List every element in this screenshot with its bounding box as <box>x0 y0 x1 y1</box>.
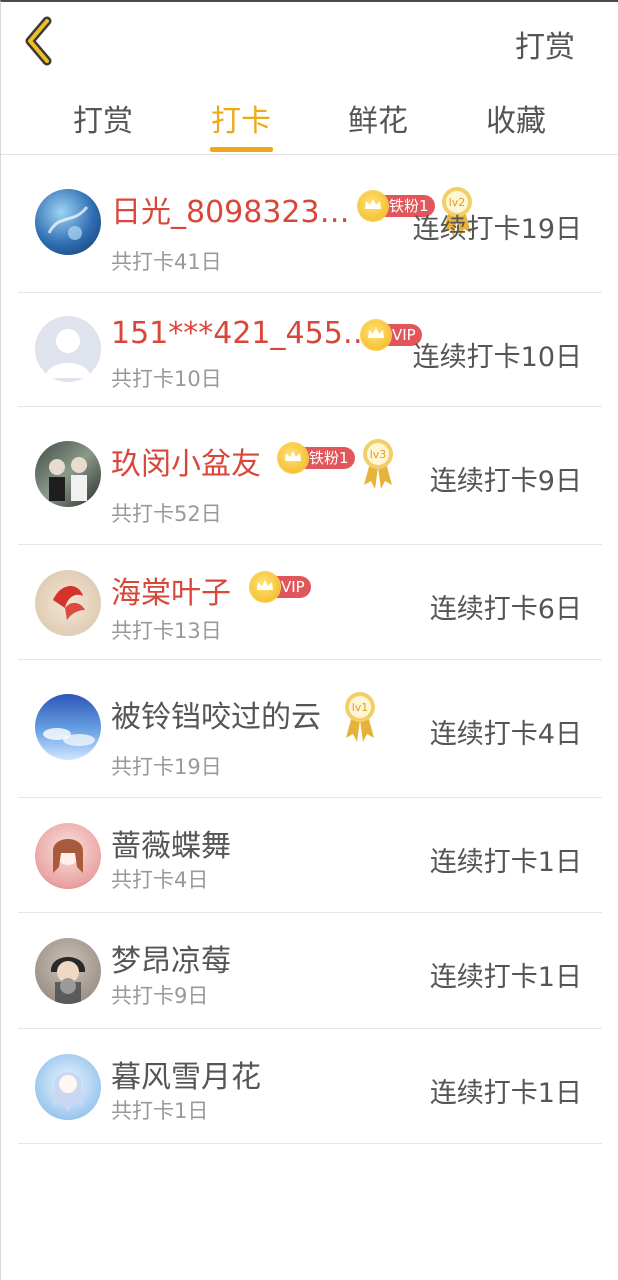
total-checkin: 共打卡9日 <box>111 984 209 1008</box>
user-name: 梦昂凉莓 <box>111 944 231 979</box>
user-name: 蔷薇蝶舞 <box>111 829 231 864</box>
svg-text:lv1: lv1 <box>352 701 369 714</box>
streak-label: 连续打卡6日 <box>429 594 582 625</box>
user-name: 玖闵小盆友 <box>111 447 261 482</box>
total-checkin: 共打卡4日 <box>111 868 209 892</box>
avatar <box>35 316 101 382</box>
avatar <box>35 938 101 1004</box>
list-item[interactable]: 玖闵小盆友 铁粉1 lv3 共打卡52日 连续打卡9日 <box>18 407 602 545</box>
avatar <box>35 1054 101 1120</box>
user-name: 日光_8098323… <box>111 195 350 230</box>
crown-icon <box>250 572 280 602</box>
total-checkin: 共打卡13日 <box>111 619 222 643</box>
total-checkin: 共打卡19日 <box>111 755 222 779</box>
user-name: 海棠叶子 <box>111 576 231 611</box>
streak-label: 连续打卡4日 <box>429 719 582 750</box>
avatar <box>35 189 101 255</box>
streak-label: 连续打卡19日 <box>412 214 582 245</box>
avatar <box>35 441 101 507</box>
tab-flowers[interactable]: 鲜花 <box>318 96 438 140</box>
user-name: 暮风雪月花 <box>111 1060 261 1095</box>
svg-text:lv3: lv3 <box>370 448 387 461</box>
fan-badge: 铁粉1 <box>278 443 355 473</box>
avatar <box>35 694 101 760</box>
total-checkin: 共打卡1日 <box>111 1099 209 1123</box>
total-checkin: 共打卡52日 <box>111 502 222 526</box>
streak-label: 连续打卡1日 <box>429 962 582 993</box>
page-title[interactable]: 打赏 <box>515 22 575 66</box>
total-checkin: 共打卡41日 <box>111 250 222 274</box>
crown-icon <box>278 443 308 473</box>
user-name: 被铃铛咬过的云 <box>111 700 321 735</box>
streak-label: 连续打卡1日 <box>429 847 582 878</box>
level-medal-icon: lv1 <box>345 692 375 742</box>
vip-badge: VIP <box>250 572 311 602</box>
crown-icon <box>358 191 388 221</box>
streak-label: 连续打卡1日 <box>429 1078 582 1109</box>
active-tab-indicator <box>210 147 273 152</box>
checkin-list: 日光_8098323… 铁粉1 lv2 共打卡41日 连续打卡19日 151**… <box>18 155 602 1144</box>
crown-icon <box>361 320 391 350</box>
top-bar: 打赏 <box>1 2 618 82</box>
list-item[interactable]: 日光_8098323… 铁粉1 lv2 共打卡41日 连续打卡19日 <box>18 155 602 293</box>
avatar <box>35 570 101 636</box>
streak-label: 连续打卡9日 <box>429 466 582 497</box>
avatar <box>35 823 101 889</box>
tab-bar: 打赏 打卡 鲜花 收藏 <box>1 90 618 155</box>
level-medal-icon: lv3 <box>363 439 393 489</box>
list-item[interactable]: 海棠叶子 VIP 共打卡13日 连续打卡6日 <box>18 545 602 660</box>
tab-checkin[interactable]: 打卡 <box>181 96 301 140</box>
tab-favorites[interactable]: 收藏 <box>456 96 576 140</box>
list-item[interactable]: 暮风雪月花 共打卡1日 连续打卡1日 <box>18 1029 602 1144</box>
tab-reward[interactable]: 打赏 <box>43 96 163 140</box>
user-name: 151***421_455… <box>111 316 373 351</box>
list-item[interactable]: 蔷薇蝶舞 共打卡4日 连续打卡1日 <box>18 798 602 913</box>
streak-label: 连续打卡10日 <box>412 342 582 373</box>
total-checkin: 共打卡10日 <box>111 367 222 391</box>
list-item[interactable]: 被铃铛咬过的云 lv1 共打卡19日 连续打卡4日 <box>18 660 602 798</box>
list-item[interactable]: 梦昂凉莓 共打卡9日 连续打卡1日 <box>18 913 602 1029</box>
chevron-left-icon <box>25 16 52 66</box>
back-button[interactable] <box>21 16 61 66</box>
list-item[interactable]: 151***421_455… VIP 共打卡10日 连续打卡10日 <box>18 293 602 407</box>
